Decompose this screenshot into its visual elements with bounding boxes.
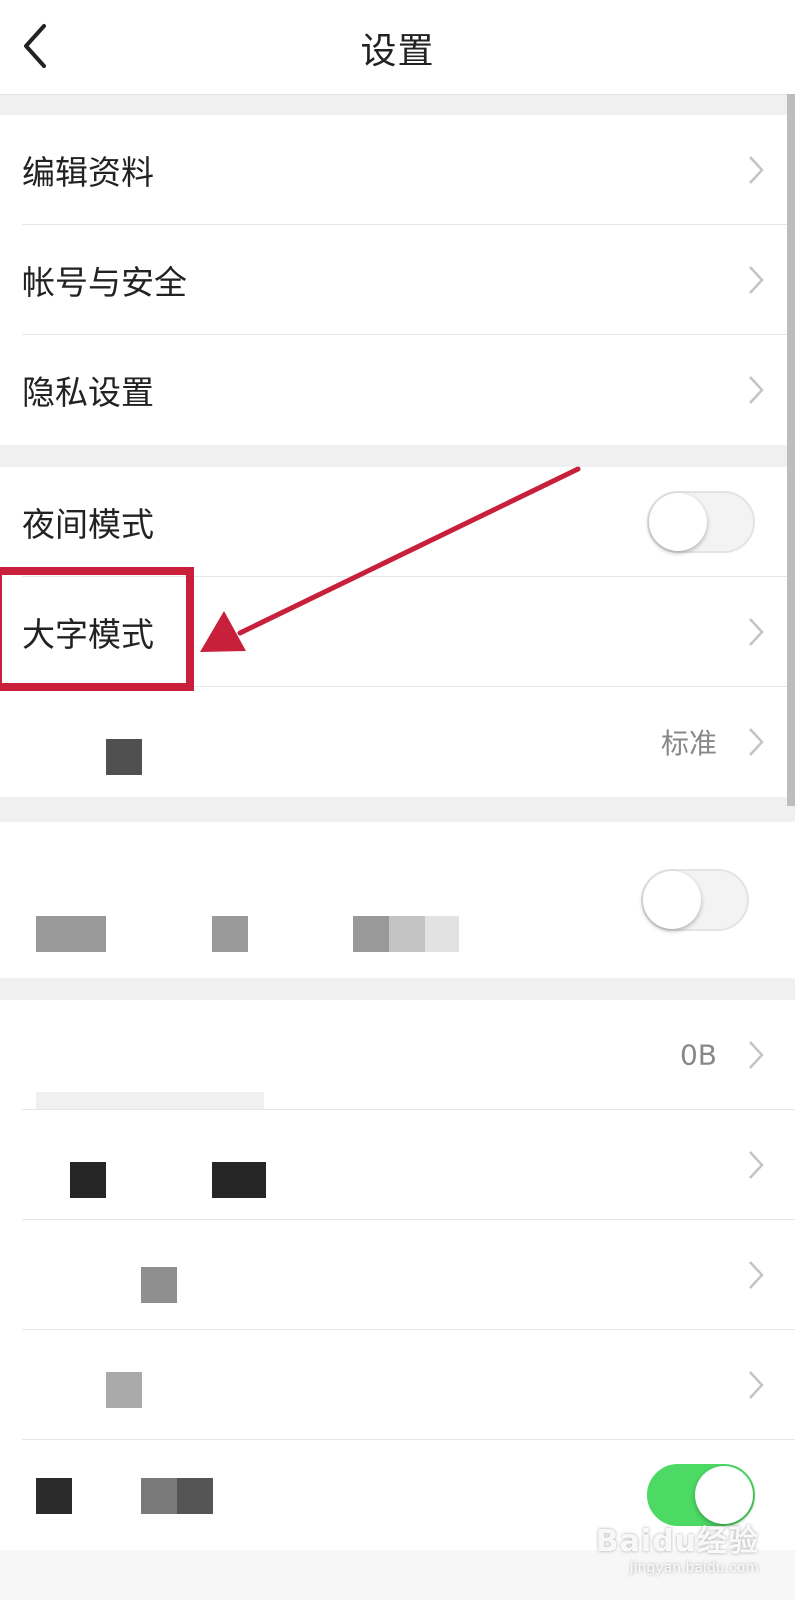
toggle-knob bbox=[649, 493, 707, 551]
chevron-right-icon bbox=[749, 1151, 764, 1179]
blurred-label bbox=[212, 916, 248, 952]
blurred-label bbox=[141, 1478, 177, 1514]
scrollbar[interactable] bbox=[787, 94, 795, 806]
toggle-knob bbox=[643, 871, 701, 929]
chevron-right-icon bbox=[749, 1261, 764, 1289]
blurred-label bbox=[353, 916, 389, 952]
nav-header: 设置 bbox=[0, 0, 795, 95]
row-blurred-item-3[interactable] bbox=[0, 1330, 795, 1440]
row-value: 标准 bbox=[660, 727, 717, 760]
row-account-security[interactable]: 帐号与安全 bbox=[0, 225, 795, 335]
row-label: 帐号与安全 bbox=[22, 263, 187, 302]
blurred-label bbox=[177, 1478, 213, 1514]
section-gap bbox=[0, 445, 795, 467]
watermark-text: Baidu经验 bbox=[595, 1524, 759, 1559]
row-label: 隐私设置 bbox=[22, 373, 154, 412]
row-label: 夜间模式 bbox=[22, 505, 154, 544]
chevron-right-icon bbox=[749, 156, 764, 184]
highlight-box bbox=[0, 567, 194, 691]
section-gap bbox=[0, 978, 795, 1000]
blurred-label bbox=[36, 1478, 72, 1514]
page-title: 设置 bbox=[360, 31, 435, 72]
blurred-label bbox=[141, 1267, 177, 1303]
blurred-label bbox=[106, 739, 142, 775]
chevron-right-icon bbox=[749, 1371, 764, 1399]
row-edit-profile[interactable]: 编辑资料 bbox=[0, 115, 795, 225]
section-gap bbox=[0, 797, 795, 822]
watermark-url: jingyan.baidu.com bbox=[629, 1560, 759, 1576]
watermark: Baidu经验 jingyan.baidu.com bbox=[596, 1516, 759, 1576]
blurred-label bbox=[106, 1372, 142, 1408]
night-mode-toggle[interactable] bbox=[647, 491, 755, 553]
settings-page: 设置 编辑资料 帐号与安全 隐私设置 夜间模式 大字模式 标准 0B Baidu… bbox=[0, 0, 795, 1600]
blurred-toggle[interactable] bbox=[641, 869, 749, 931]
section-gap bbox=[0, 95, 795, 115]
blurred-label bbox=[425, 916, 459, 952]
row-blurred-item-1[interactable] bbox=[0, 1110, 795, 1220]
row-privacy-settings[interactable]: 隐私设置 bbox=[0, 335, 795, 445]
blurred-label bbox=[36, 916, 106, 952]
chevron-right-icon bbox=[749, 728, 764, 756]
blurred-label bbox=[70, 1162, 106, 1198]
row-label: 编辑资料 bbox=[22, 153, 154, 192]
blurred-label bbox=[389, 916, 425, 952]
row-blurred-item-2[interactable] bbox=[0, 1220, 795, 1330]
row-night-mode[interactable]: 夜间模式 bbox=[0, 467, 795, 577]
row-clear-cache[interactable]: 0B bbox=[0, 1000, 795, 1126]
row-blurred-toggle[interactable] bbox=[0, 822, 795, 978]
chevron-right-icon bbox=[749, 266, 764, 294]
chevron-right-icon bbox=[749, 376, 764, 404]
row-value: 0B bbox=[679, 1038, 717, 1072]
chevron-right-icon bbox=[749, 1041, 764, 1069]
blurred-label bbox=[212, 1162, 266, 1198]
chevron-right-icon bbox=[749, 618, 764, 646]
row-font-size[interactable]: 标准 bbox=[0, 687, 795, 797]
